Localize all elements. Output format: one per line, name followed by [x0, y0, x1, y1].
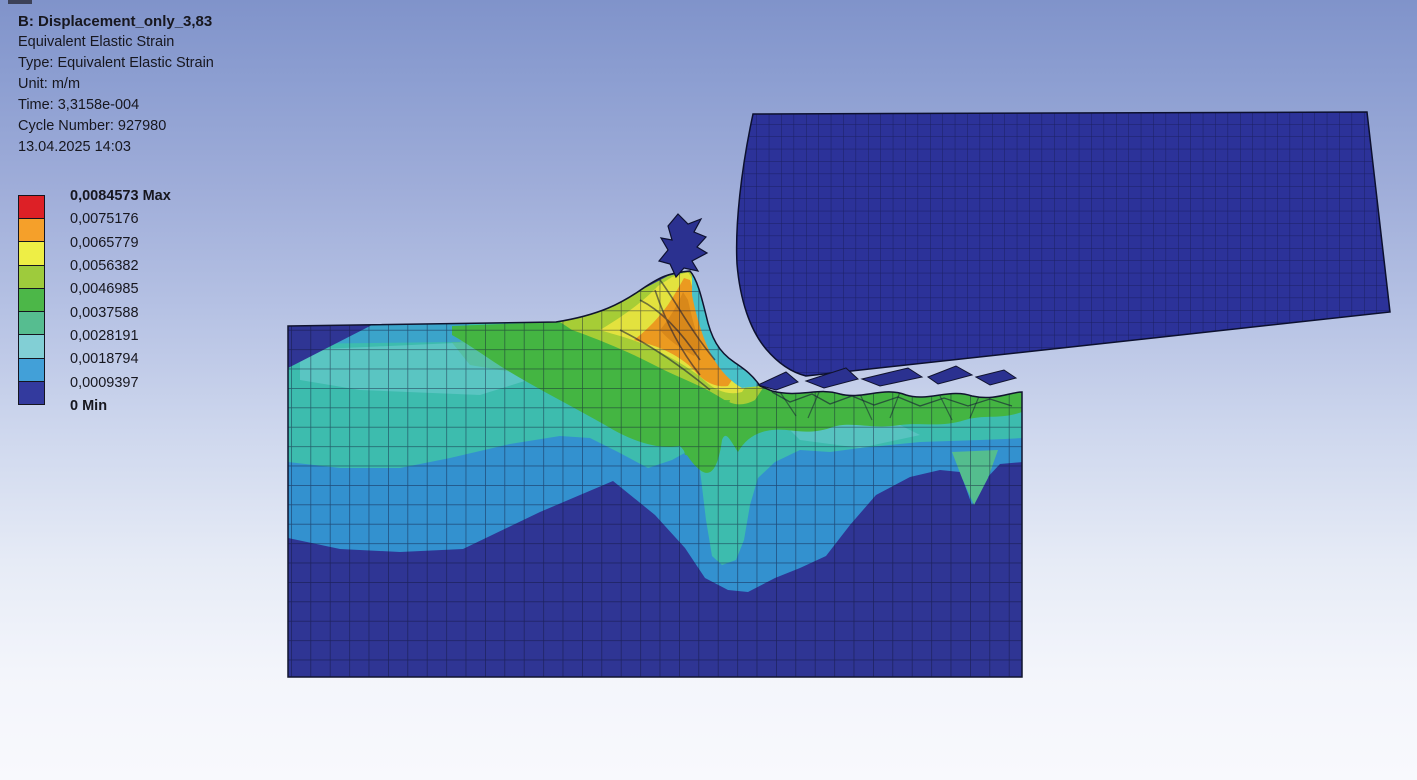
- legend-min-label: 0 Min: [70, 396, 107, 416]
- legend-label: 0,0009397: [70, 373, 139, 393]
- result-info-block: B: Displacement_only_3,83 Equivalent Ela…: [18, 11, 214, 158]
- simulation-viewport[interactable]: B: Displacement_only_3,83 Equivalent Ela…: [0, 0, 1417, 780]
- debris-sliver[interactable]: [928, 366, 972, 384]
- chip-fragment[interactable]: [659, 214, 707, 277]
- result-title: B: Displacement_only_3,83: [18, 11, 214, 32]
- legend-band: [19, 335, 44, 358]
- debris-sliver[interactable]: [862, 368, 922, 386]
- legend-band: [19, 312, 44, 335]
- legend-band: [19, 242, 44, 265]
- legend-label: 0,0065779: [70, 233, 139, 253]
- legend-band: [19, 359, 44, 382]
- result-line: 13.04.2025 14:03: [18, 137, 214, 158]
- result-line: Cycle Number: 927980: [18, 116, 214, 137]
- result-line: Equivalent Elastic Strain: [18, 32, 214, 53]
- result-line: Unit: m/m: [18, 74, 214, 95]
- contour-legend: 0,0084573 Max 0,0075176 0,0065779 0,0056…: [18, 186, 238, 416]
- tool-body[interactable]: [700, 90, 1417, 390]
- legend-max-label: 0,0084573 Max: [70, 186, 171, 206]
- legend-color-bar: [18, 195, 45, 405]
- legend-band: [19, 266, 44, 289]
- result-line: Type: Equivalent Elastic Strain: [18, 53, 214, 74]
- legend-label: 0,0018794: [70, 349, 139, 369]
- legend-label: 0,0037588: [70, 303, 139, 323]
- legend-label: 0,0075176: [70, 209, 139, 229]
- legend-band: [19, 219, 44, 242]
- legend-band: [19, 196, 44, 219]
- debris-sliver[interactable]: [976, 370, 1016, 385]
- result-line: Time: 3,3158e-004: [18, 95, 214, 116]
- legend-band: [19, 382, 44, 404]
- legend-label: 0,0056382: [70, 256, 139, 276]
- legend-label: 0,0046985: [70, 279, 139, 299]
- legend-band: [19, 289, 44, 312]
- legend-label: 0,0028191: [70, 326, 139, 346]
- screen-artifact: [8, 0, 32, 4]
- tool-mesh-grid: [700, 90, 1417, 390]
